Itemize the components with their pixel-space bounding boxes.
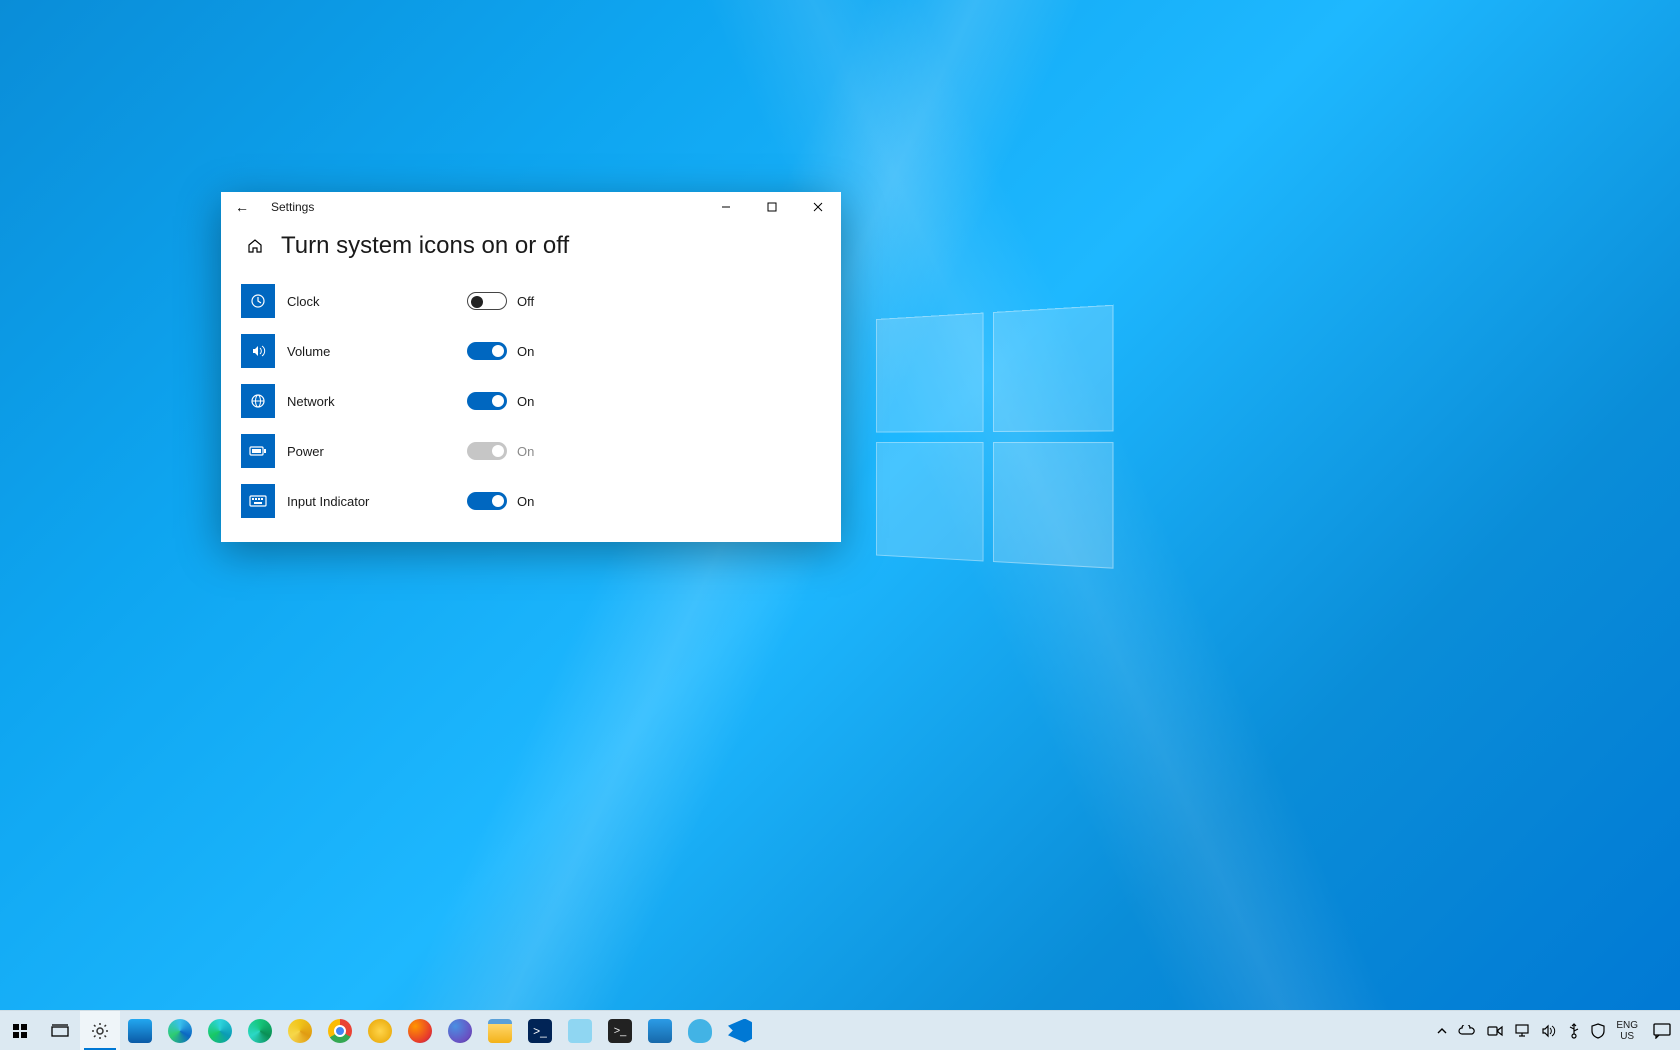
maximize-button[interactable] (749, 192, 795, 222)
setting-row-clock: Clock Off (241, 276, 821, 326)
toggle-clock[interactable] (467, 292, 507, 310)
taskbar-app-cloud[interactable] (680, 1011, 720, 1050)
setting-label: Input Indicator (287, 494, 467, 509)
taskbar-app-edge-canary[interactable] (280, 1011, 320, 1050)
keyboard-icon (241, 484, 275, 518)
toggle-state-text: On (517, 494, 534, 509)
language-line1: ENG (1616, 1020, 1638, 1031)
setting-row-volume: Volume On (241, 326, 821, 376)
taskbar-app-powershell[interactable]: >_ (520, 1011, 560, 1050)
toggle-input-indicator[interactable] (467, 492, 507, 510)
toggle-state-text: On (517, 344, 534, 359)
taskbar-app-edge-dev[interactable] (240, 1011, 280, 1050)
taskbar-left: >_ >_ (0, 1011, 760, 1050)
task-view-button[interactable] (40, 1011, 80, 1050)
volume-tray-icon[interactable] (1541, 1024, 1557, 1038)
toggle-volume[interactable] (467, 342, 507, 360)
network-tray-icon[interactable] (1514, 1024, 1530, 1038)
toggle-power (467, 442, 507, 460)
volume-icon (241, 334, 275, 368)
toggle-state-text: On (517, 444, 534, 459)
meet-now-icon[interactable] (1487, 1025, 1503, 1037)
onedrive-icon[interactable] (1458, 1025, 1476, 1037)
taskbar-app-file-explorer[interactable] (480, 1011, 520, 1050)
taskbar-app-firefox-dev[interactable] (440, 1011, 480, 1050)
windows-logo (876, 304, 1124, 580)
tray-overflow-icon[interactable] (1437, 1026, 1447, 1036)
page-title: Turn system icons on or off (281, 232, 569, 260)
clock-icon (241, 284, 275, 318)
taskbar: >_ >_ ENG US (0, 1010, 1680, 1050)
window-app-name: Settings (271, 200, 314, 214)
taskbar-app-firefox[interactable] (400, 1011, 440, 1050)
action-center-button[interactable] (1644, 1011, 1680, 1050)
taskbar-app-terminal[interactable]: >_ (600, 1011, 640, 1050)
language-line2: US (1616, 1031, 1638, 1042)
taskbar-app-photos[interactable] (640, 1011, 680, 1050)
taskbar-app-vscode[interactable] (720, 1011, 760, 1050)
setting-label: Clock (287, 294, 467, 309)
taskbar-app-phone[interactable] (120, 1011, 160, 1050)
setting-row-power: Power On (241, 426, 821, 476)
security-tray-icon[interactable] (1591, 1023, 1605, 1039)
taskbar-spacer (760, 1011, 1431, 1050)
back-button[interactable]: ← (235, 199, 257, 215)
toggle-state-text: Off (517, 294, 534, 309)
settings-list: Clock Off Volume On Network On (221, 272, 841, 526)
power-icon (241, 434, 275, 468)
network-icon (241, 384, 275, 418)
taskbar-app-edge-beta[interactable] (200, 1011, 240, 1050)
taskbar-app-notepad[interactable] (560, 1011, 600, 1050)
taskbar-app-settings[interactable] (80, 1011, 120, 1050)
setting-label: Network (287, 394, 467, 409)
toggle-state-text: On (517, 394, 534, 409)
setting-row-network: Network On (241, 376, 821, 426)
settings-window: ← Settings Turn system icons on or off C… (221, 192, 841, 542)
setting-label: Volume (287, 344, 467, 359)
system-tray: ENG US (1431, 1011, 1644, 1050)
titlebar[interactable]: ← Settings (221, 192, 841, 222)
close-button[interactable] (795, 192, 841, 222)
language-indicator[interactable]: ENG US (1616, 1020, 1638, 1042)
taskbar-app-edge[interactable] (160, 1011, 200, 1050)
setting-row-input-indicator: Input Indicator On (241, 476, 821, 526)
taskbar-app-chrome[interactable] (320, 1011, 360, 1050)
start-button[interactable] (0, 1011, 40, 1050)
minimize-button[interactable] (703, 192, 749, 222)
usb-tray-icon[interactable] (1568, 1023, 1580, 1039)
taskbar-app-chrome-canary[interactable] (360, 1011, 400, 1050)
home-icon[interactable] (241, 238, 269, 254)
setting-label: Power (287, 444, 467, 459)
toggle-network[interactable] (467, 392, 507, 410)
page-header: Turn system icons on or off (221, 222, 841, 272)
